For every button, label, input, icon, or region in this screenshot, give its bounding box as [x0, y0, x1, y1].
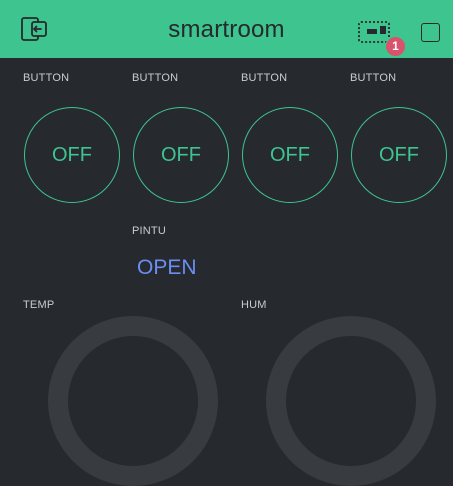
pintu-label: PINTU [132, 225, 166, 237]
button-label: BUTTON [241, 72, 288, 84]
square-icon[interactable] [421, 23, 440, 42]
temp-gauge [48, 316, 218, 486]
toggle-button-1[interactable]: OFF [24, 107, 120, 203]
app-header: smartroom 1 [0, 0, 453, 58]
button-label: BUTTON [23, 72, 70, 84]
temp-label: TEMP [23, 299, 55, 311]
toggle-button-4[interactable]: OFF [351, 107, 447, 203]
hum-gauge [266, 316, 436, 486]
button-label: BUTTON [350, 72, 397, 84]
toggle-button-3[interactable]: OFF [242, 107, 338, 203]
button-label: BUTTON [132, 72, 179, 84]
pintu-value: OPEN [137, 256, 197, 279]
notification-badge: 1 [385, 36, 406, 57]
hum-label: HUM [241, 299, 267, 311]
toggle-button-2[interactable]: OFF [133, 107, 229, 203]
